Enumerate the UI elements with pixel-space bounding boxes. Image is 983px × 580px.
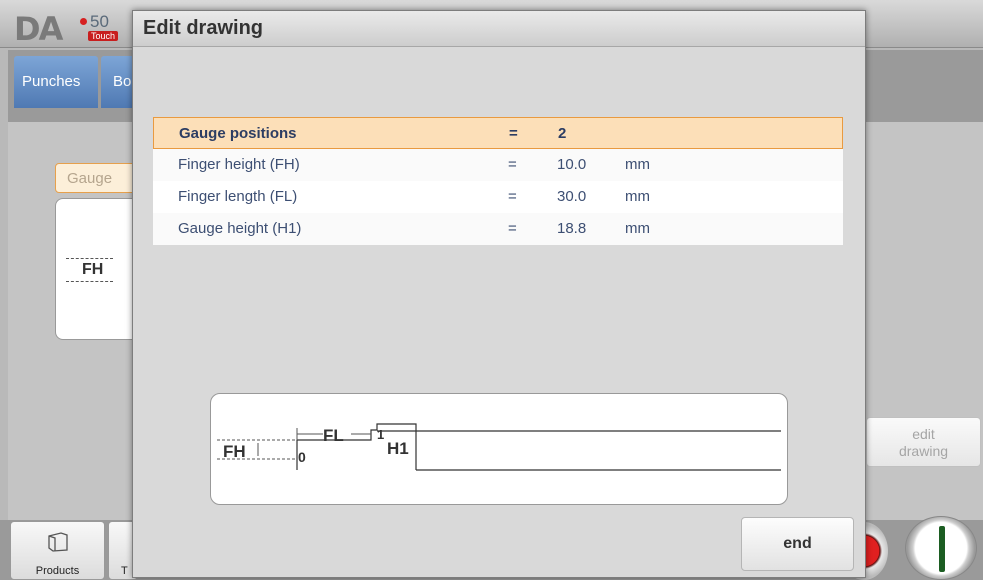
gauge-drawing: FH FL 0 1 H1 (210, 393, 788, 505)
param-row-finger-length[interactable]: Finger length (FL) = 30.0 mm (153, 181, 843, 213)
param-equals: = (508, 220, 517, 237)
logo-badge: Touch (88, 31, 119, 41)
edit-drawing-button[interactable]: edit drawing (866, 417, 981, 467)
products-icon (48, 532, 68, 552)
param-unit: mm (625, 156, 650, 173)
param-value: 2 (558, 125, 567, 142)
param-label: Finger height (FH) (178, 156, 300, 173)
param-label: Gauge positions (179, 125, 297, 142)
end-button[interactable]: end (741, 517, 854, 571)
param-unit: mm (625, 188, 650, 205)
dialog-title: Edit drawing (133, 11, 865, 47)
start-button[interactable] (905, 516, 977, 580)
fl-label: FL (323, 426, 344, 445)
tab-bo[interactable]: Bo (101, 56, 135, 108)
param-unit: mm (625, 220, 650, 237)
bg-fh-label: FH (66, 258, 114, 282)
edit-drawing-dialog: Edit drawing Gauge positions = 2 Finger … (132, 10, 866, 578)
logo-text: DA (14, 10, 63, 48)
gauge-drawing-svg: FH FL 0 1 H1 (217, 423, 781, 471)
start-icon (939, 526, 945, 572)
edit-drawing-label-2: drawing (898, 443, 949, 459)
param-row-gauge-positions[interactable]: Gauge positions = 2 (153, 117, 843, 149)
param-row-finger-height[interactable]: Finger height (FH) = 10.0 mm (153, 149, 843, 181)
fh-label: FH (223, 442, 246, 461)
param-equals: = (508, 156, 517, 173)
param-label: Gauge height (H1) (178, 220, 302, 237)
h1-label: H1 (387, 439, 409, 458)
param-equals: = (509, 125, 518, 142)
edit-drawing-label-1: edit (912, 426, 935, 442)
param-value: 18.8 (557, 220, 587, 237)
param-equals: = (508, 188, 517, 205)
tab-punches[interactable]: Punches (14, 56, 98, 108)
products-button[interactable]: Products (10, 521, 105, 580)
param-row-gauge-height[interactable]: Gauge height (H1) = 18.8 mm (153, 213, 843, 245)
da50-logo: DA 50 Touch (8, 8, 126, 48)
param-label: Finger length (FL) (178, 188, 298, 205)
t-label: T (121, 565, 128, 577)
param-value: 30.0 (557, 188, 587, 205)
parameter-table: Gauge positions = 2 Finger height (FH) =… (153, 117, 843, 245)
logo-dot (80, 18, 87, 25)
position-0-label: 0 (298, 449, 306, 465)
position-1-label: 1 (377, 427, 384, 442)
logo-model: 50 (90, 12, 109, 31)
param-value: 10.0 (557, 156, 587, 173)
products-label: Products (35, 565, 80, 577)
